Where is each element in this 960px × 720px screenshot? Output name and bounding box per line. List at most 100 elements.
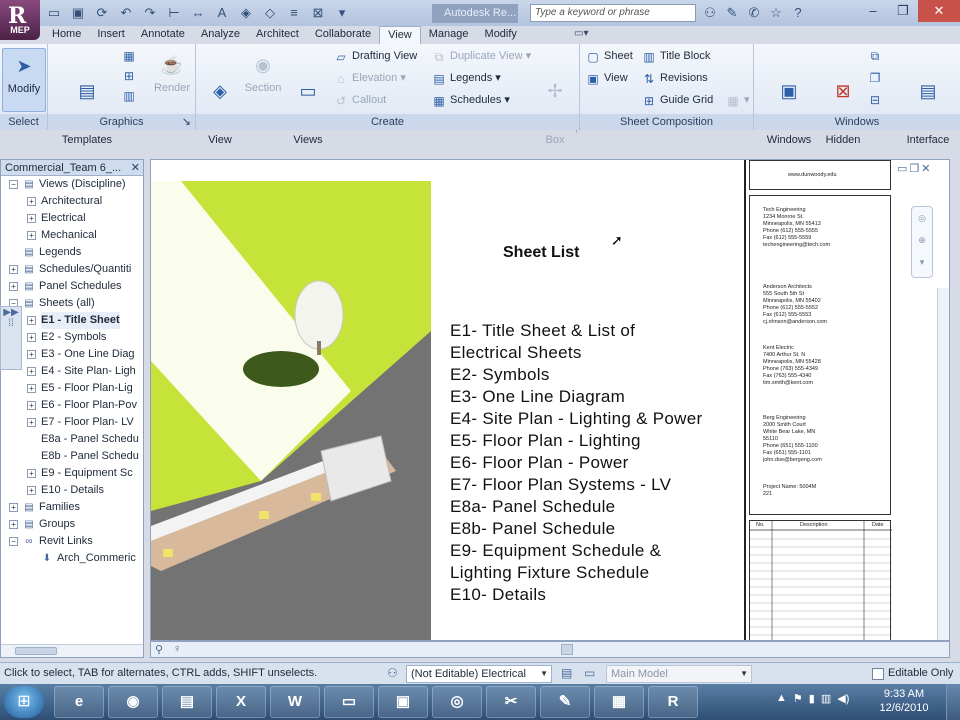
steering-wheel-icon[interactable]: ◎	[912, 207, 932, 229]
drafting-view-button[interactable]: ▱ Drafting View	[334, 47, 417, 65]
vertical-scrollbar[interactable]	[937, 288, 949, 640]
steering-wheel-tab[interactable]: ▶▶ ⁞⁞	[0, 306, 22, 370]
browser-tree-item[interactable]: + E10 - Details	[1, 482, 143, 499]
view-templates-button[interactable]: ▤ View Templates	[54, 48, 120, 146]
browser-tree-item[interactable]: + E3 - One Line Diag	[1, 346, 143, 363]
measure-icon[interactable]: ⊢	[164, 3, 184, 22]
zoom-icon[interactable]: ⊕	[912, 229, 932, 251]
canvas-scroll-thumb[interactable]	[561, 644, 573, 655]
expand-icon[interactable]: +	[27, 486, 36, 495]
tab-view[interactable]: View	[379, 26, 421, 44]
plan-views-button[interactable]: ▭ Plan Views	[286, 48, 332, 146]
active-workset-dropdown[interactable]: (Not Editable) Electrical ▼	[406, 665, 552, 683]
expand-icon[interactable]: +	[27, 384, 36, 393]
tag-icon[interactable]: A	[212, 3, 232, 22]
customize-qat-icon[interactable]: ▾	[332, 3, 352, 22]
browser-tree-item[interactable]: − ▤ Sheets (all)	[1, 295, 143, 312]
expand-icon[interactable]: +	[27, 469, 36, 478]
sheet-view-canvas[interactable]: Sheet List E1- Title Sheet & List of Elec…	[150, 159, 950, 641]
design-options-icon[interactable]: ▤	[561, 666, 572, 680]
browser-tree-item[interactable]: + ▤ Schedules/Quantiti	[1, 261, 143, 278]
expand-icon[interactable]: +	[9, 265, 18, 274]
show-desktop-button[interactable]	[946, 684, 960, 720]
tab-annotate[interactable]: Annotate	[133, 26, 193, 44]
expand-icon[interactable]: +	[9, 503, 18, 512]
open-icon[interactable]: ▭	[44, 3, 64, 22]
help-icon[interactable]: ?	[788, 3, 808, 22]
nav-options-icon[interactable]: ▾	[912, 251, 932, 273]
visibility-graphics-button[interactable]: ▦	[122, 46, 140, 64]
tab-home[interactable]: Home	[44, 26, 89, 44]
browser-tree-item[interactable]: − ∞ Revit Links	[1, 533, 143, 550]
firefox-icon[interactable]: ◉	[108, 686, 158, 718]
tab-manage[interactable]: Manage	[421, 26, 477, 44]
tab-insert[interactable]: Insert	[89, 26, 133, 44]
browser-tree-item[interactable]: ▤ Legends	[1, 244, 143, 261]
cascade-button[interactable]: ❐	[868, 68, 886, 86]
close-hidden-icon[interactable]: ⊠	[308, 3, 328, 22]
browser-tree-item[interactable]: − ▤ Views (Discipline)	[1, 176, 143, 193]
browser-tree-item[interactable]: + E7 - Floor Plan- LV	[1, 414, 143, 431]
sync-icon[interactable]: ⟳	[92, 3, 112, 22]
explorer-icon[interactable]: ▤	[162, 686, 212, 718]
search-input[interactable]: Type a keyword or phrase	[530, 4, 696, 22]
browser-tree-item[interactable]: + ▤ Families	[1, 499, 143, 516]
tab-collaborate[interactable]: Collaborate	[307, 26, 379, 44]
revisions-button[interactable]: ⇅ Revisions	[642, 69, 708, 87]
webcam-icon[interactable]: ◎	[432, 686, 482, 718]
expand-icon[interactable]: +	[27, 333, 36, 342]
elevation-button[interactable]: ⌂ Elevation ▾	[334, 69, 405, 87]
expand-icon[interactable]: +	[27, 316, 36, 325]
duplicate-view-button[interactable]: ⧉ Duplicate View ▾	[432, 47, 531, 65]
browser-tree-item[interactable]: E8b - Panel Schedu	[1, 448, 143, 465]
excel-icon[interactable]: X	[216, 686, 266, 718]
network-icon[interactable]: ▥	[821, 692, 831, 705]
expand-icon[interactable]: +	[9, 282, 18, 291]
switch-windows-button[interactable]: ▣ Switch Windows	[762, 48, 819, 146]
filters-button[interactable]: ⊞	[122, 66, 140, 84]
title-block-button[interactable]: ▥ Title Block	[642, 47, 710, 65]
action-center-flag-icon[interactable]: ⚑	[793, 692, 803, 705]
crop-region-icon[interactable]: ♀	[173, 643, 181, 655]
collapse-icon[interactable]: −	[9, 537, 18, 546]
browser-tree-item[interactable]: ⬇ Arch_Commeric	[1, 550, 143, 567]
3d-view-icon[interactable]: ◈	[236, 3, 256, 22]
browser-tree-item[interactable]: + Mechanical	[1, 227, 143, 244]
browser-tree-item[interactable]: + E6 - Floor Plan-Pov	[1, 397, 143, 414]
minimize-view-icon[interactable]: ▭	[897, 162, 907, 175]
volume-icon[interactable]: ◀)	[837, 692, 849, 705]
close-hidden-button[interactable]: ⊠ Close Hidden	[818, 48, 871, 146]
browser-tree-item[interactable]: + E5 - Floor Plan-Lig	[1, 380, 143, 397]
clock[interactable]: 9:33 AM 12/6/2010	[874, 687, 934, 715]
3d-view-button[interactable]: ◈ 3D View	[200, 48, 240, 146]
browser-tree-item[interactable]: + Electrical	[1, 210, 143, 227]
power-icon[interactable]: ▮	[809, 692, 815, 705]
word-icon[interactable]: W	[270, 686, 320, 718]
paint-icon[interactable]: ✎	[540, 686, 590, 718]
thin-lines-button[interactable]: ▥	[122, 86, 140, 104]
close-view-icon[interactable]: ✕	[921, 162, 930, 175]
browser-tree-item[interactable]: + ▤ Panel Schedules	[1, 278, 143, 295]
expand-icon[interactable]: +	[27, 197, 36, 206]
folder-icon[interactable]: ▭	[324, 686, 374, 718]
save-icon[interactable]: ▣	[68, 3, 88, 22]
restore-view-icon[interactable]: ❐	[909, 162, 919, 175]
undo-icon[interactable]: ↶	[116, 3, 136, 22]
expand-icon[interactable]: +	[27, 214, 36, 223]
expand-icon[interactable]: +	[27, 367, 36, 376]
schedules-button[interactable]: ▦ Schedules ▾	[432, 91, 510, 109]
guide-grid-button[interactable]: ⊞ Guide Grid	[642, 91, 713, 109]
sheet-button[interactable]: ▢ Sheet	[586, 47, 632, 65]
section-icon[interactable]: ◇	[260, 3, 280, 22]
application-menu-button[interactable]: R MEP	[0, 0, 40, 40]
temporary-hide-icon[interactable]: ⚲	[155, 643, 163, 656]
communication-icon[interactable]: ✆	[744, 3, 764, 22]
browser-tree-item[interactable]: + E4 - Site Plan- Ligh	[1, 363, 143, 380]
tab-modify[interactable]: Modify	[477, 26, 525, 44]
thin-lines-icon[interactable]: ≡	[284, 3, 304, 22]
replicate-button[interactable]: ⧉	[868, 46, 886, 64]
callout-button[interactable]: ↺ Callout	[334, 91, 386, 109]
dimension-icon[interactable]: ↔	[188, 3, 208, 22]
calculator-icon[interactable]: ▦	[594, 686, 644, 718]
minimize-icon[interactable]: –	[858, 0, 888, 22]
